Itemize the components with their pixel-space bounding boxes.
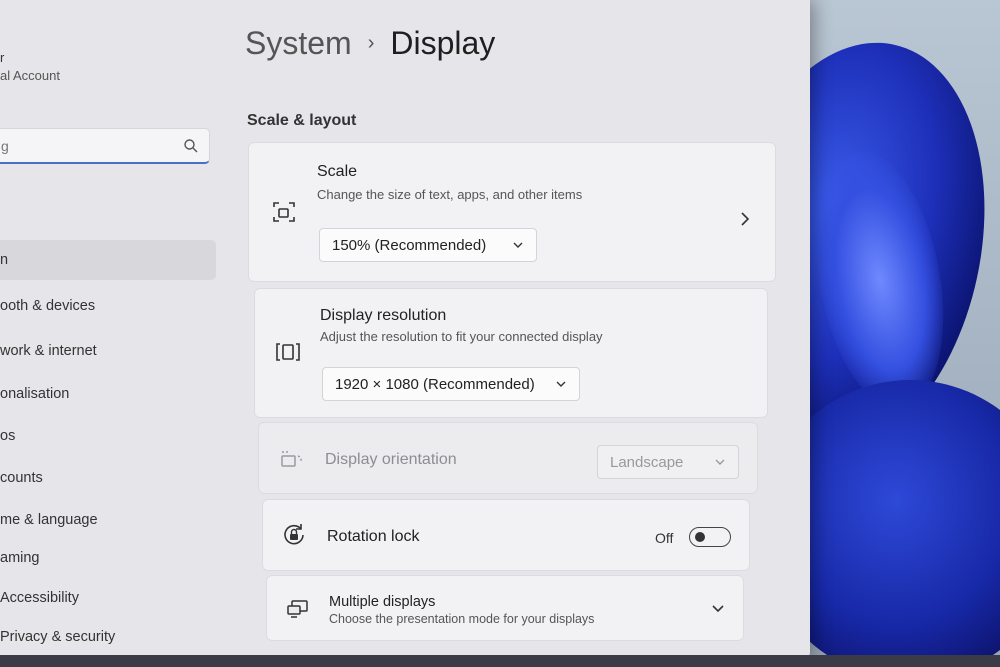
scale-subtitle: Change the size of text, apps, and other… bbox=[317, 187, 583, 202]
orientation-dropdown[interactable]: Landscape bbox=[597, 445, 739, 479]
taskbar-edge bbox=[0, 655, 1000, 667]
sidebar-item-label: onalisation bbox=[0, 386, 70, 402]
chevron-down-icon bbox=[556, 381, 566, 387]
sidebar-item-label: n bbox=[0, 252, 9, 268]
sidebar-item-bluetooth[interactable]: ooth & devices bbox=[0, 286, 216, 326]
scale-icon bbox=[273, 202, 295, 222]
resolution-card: Display resolution Adjust the resolution… bbox=[254, 288, 768, 418]
multiple-displays-icon bbox=[287, 600, 308, 618]
rotation-lock-icon bbox=[284, 524, 304, 545]
sidebar-item-gaming[interactable]: aming bbox=[0, 538, 216, 578]
resolution-icon bbox=[276, 343, 300, 361]
resolution-dropdown[interactable]: 1920 × 1080 (Recommended) bbox=[322, 367, 580, 401]
chevron-down-icon bbox=[715, 459, 725, 465]
rotation-lock-card: Rotation lock Off bbox=[262, 499, 750, 571]
sidebar-item-label: aming bbox=[0, 550, 40, 566]
sidebar-item-label: me & language bbox=[0, 512, 98, 528]
section-title: Scale & layout bbox=[247, 112, 357, 129]
settings-window: r al Account g n ooth & devices work & i… bbox=[0, 0, 810, 660]
sidebar-item-label: Privacy & security bbox=[0, 629, 116, 645]
resolution-subtitle: Adjust the resolution to fit your connec… bbox=[320, 329, 603, 344]
orientation-card: Display orientation Landscape bbox=[258, 422, 758, 494]
resolution-value: 1920 × 1080 (Recommended) bbox=[335, 375, 535, 393]
sidebar-item-label: Accessibility bbox=[0, 590, 79, 606]
search-icon[interactable] bbox=[183, 138, 199, 154]
orientation-icon bbox=[281, 451, 302, 467]
multiple-displays-subtitle: Choose the presentation mode for your di… bbox=[329, 612, 595, 626]
multiple-displays-card[interactable]: Multiple displays Choose the presentatio… bbox=[266, 575, 744, 641]
sidebar-item-label: work & internet bbox=[0, 343, 97, 359]
sidebar-item-personalisation[interactable]: onalisation bbox=[0, 374, 216, 414]
account-name: r bbox=[0, 50, 5, 65]
page-title: Display bbox=[390, 25, 496, 61]
scale-title: Scale bbox=[317, 163, 358, 180]
sidebar-item-privacy[interactable]: Privacy & security bbox=[0, 617, 216, 657]
sidebar-item-apps[interactable]: os bbox=[0, 416, 216, 456]
chevron-down-icon bbox=[513, 242, 523, 248]
orientation-title: Display orientation bbox=[325, 451, 457, 468]
sidebar-item-label: os bbox=[0, 428, 16, 444]
sidebar-item-time-language[interactable]: me & language bbox=[0, 500, 216, 540]
chevron-right-icon: › bbox=[367, 32, 375, 54]
scale-value: 150% (Recommended) bbox=[332, 236, 487, 254]
rotation-lock-toggle[interactable] bbox=[689, 527, 731, 547]
sidebar: r al Account g n ooth & devices work & i… bbox=[0, 0, 230, 660]
chevron-right-icon[interactable] bbox=[739, 211, 751, 227]
orientation-value: Landscape bbox=[610, 453, 684, 471]
breadcrumb-parent[interactable]: System bbox=[245, 25, 352, 62]
sidebar-item-system[interactable]: n bbox=[0, 240, 216, 280]
scale-card[interactable]: Scale Change the size of text, apps, and… bbox=[248, 142, 776, 282]
sidebar-item-label: ooth & devices bbox=[0, 298, 96, 314]
account-type: al Account bbox=[0, 68, 60, 83]
toggle-knob bbox=[695, 532, 705, 542]
sidebar-item-label: counts bbox=[0, 470, 43, 486]
sidebar-item-accessibility[interactable]: Accessibility bbox=[0, 578, 216, 618]
rotation-lock-title: Rotation lock bbox=[327, 528, 420, 545]
sidebar-item-network[interactable]: work & internet bbox=[0, 331, 216, 371]
search-value: g bbox=[1, 138, 9, 154]
resolution-title: Display resolution bbox=[320, 307, 447, 324]
breadcrumb: System › Display bbox=[245, 25, 495, 62]
multiple-displays-title: Multiple displays bbox=[329, 594, 436, 610]
sidebar-item-accounts[interactable]: counts bbox=[0, 458, 216, 498]
scale-dropdown[interactable]: 150% (Recommended) bbox=[319, 228, 537, 262]
search-input[interactable]: g bbox=[0, 128, 210, 164]
rotation-lock-state: Off bbox=[655, 530, 674, 546]
chevron-down-icon[interactable] bbox=[711, 604, 725, 614]
